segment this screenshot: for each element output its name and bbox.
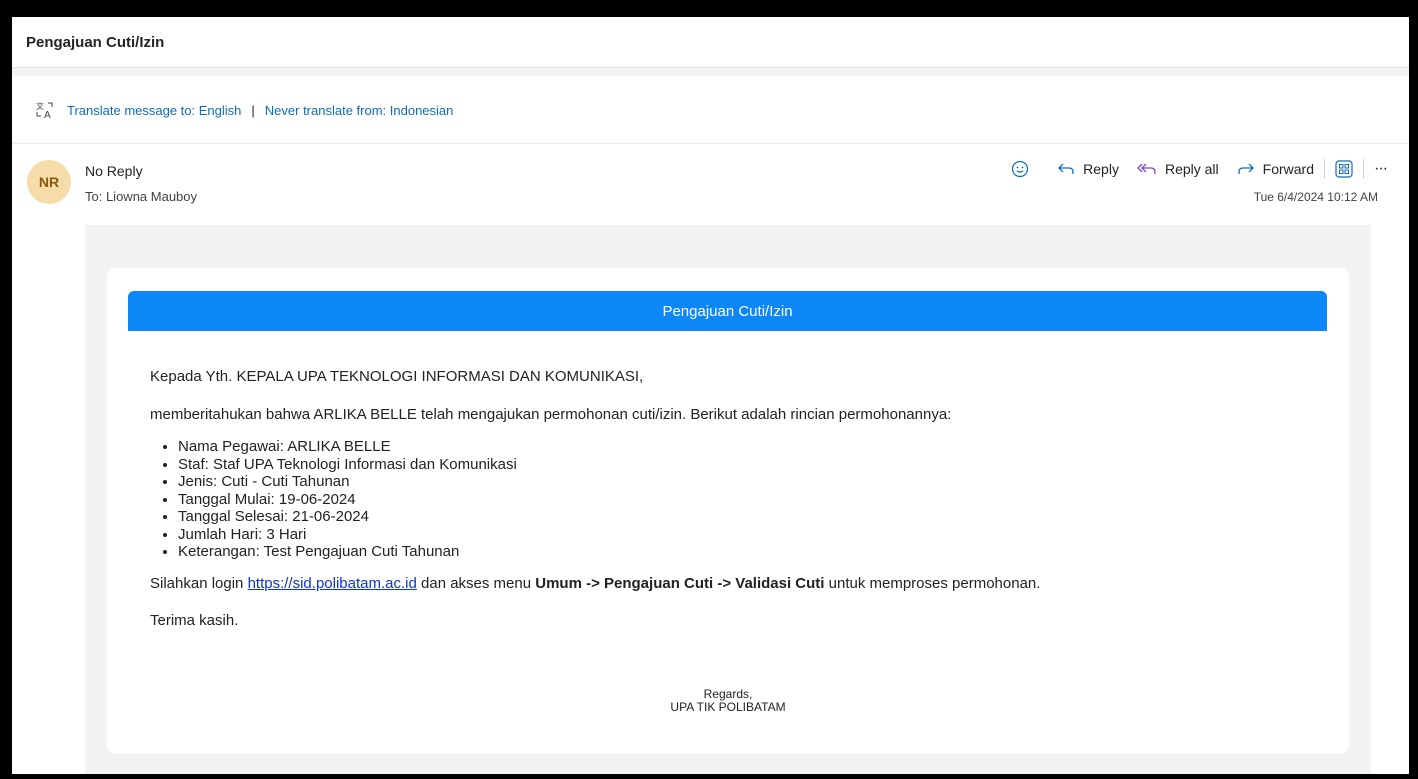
signature-block: Regards, UPA TIK POLIBATAM (107, 688, 1349, 714)
subject-bar: Pengajuan Cuti/Izin (12, 17, 1409, 68)
email-body-background: Pengajuan Cuti/Izin Kepada Yth. KEPALA U… (85, 225, 1371, 774)
instruction-middle: dan akses menu (416, 574, 536, 592)
greeting: Kepada Yth. KEPALA UPA TEKNOLOGI INFORMA… (150, 368, 644, 385)
more-icon: ··· (1374, 160, 1388, 177)
menu-path: Umum -> Pengajuan Cuti -> Validasi Cuti (535, 574, 825, 592)
divider-band (12, 68, 1409, 76)
detail-item: Staf: Staf UPA Teknologi Informasi dan K… (178, 456, 1300, 474)
detail-item: Tanggal Selesai: 21-06-2024 (178, 508, 1300, 526)
thanks-text: Terima kasih. (150, 611, 239, 629)
email-header-banner: Pengajuan Cuti/Izin (128, 291, 1327, 331)
never-translate-link[interactable]: Never translate from: Indonesian (265, 103, 454, 118)
reply-all-label: Reply all (1164, 161, 1219, 177)
forward-icon (1238, 163, 1254, 174)
email-content: Kepada Yth. KEPALA UPA TEKNOLOGI INFORMA… (150, 368, 1300, 629)
intro-text: memberitahukan bahwa ARLIKA BELLE telah … (150, 406, 952, 423)
message-timestamp: Tue 6/4/2024 10:12 AM (1253, 190, 1378, 204)
detail-item: Jenis: Cuti - Cuti Tahunan (178, 473, 1300, 491)
email-subject: Pengajuan Cuti/Izin (26, 33, 165, 51)
apps-button[interactable] (1335, 160, 1353, 178)
more-actions-button[interactable]: ··· (1374, 160, 1388, 178)
svg-text:A: A (44, 110, 51, 119)
sender-avatar[interactable]: NR (27, 160, 71, 204)
translate-message-link[interactable]: Translate message to: English (67, 103, 241, 118)
reply-button[interactable]: Reply (1057, 161, 1119, 177)
email-card: Pengajuan Cuti/Izin Kepada Yth. KEPALA U… (107, 268, 1349, 754)
sender-name[interactable]: No Reply (85, 163, 143, 179)
smiley-icon (1012, 160, 1029, 178)
instruction-text: Silahkan login https://sid.polibatam.ac.… (150, 575, 1300, 592)
svg-text:文: 文 (36, 101, 44, 111)
reply-icon (1058, 163, 1074, 174)
instruction-suffix: untuk memproses permohonan. (824, 574, 1041, 592)
reply-all-button[interactable]: Reply all (1137, 161, 1219, 177)
translate-bar: 文 A Translate message to: English | Neve… (12, 77, 1409, 144)
detail-item: Keterangan: Test Pengajuan Cuti Tahunan (178, 543, 1300, 561)
forward-label: Forward (1262, 161, 1315, 177)
actions-divider-2 (1363, 159, 1365, 179)
translate-separator: | (251, 102, 255, 118)
forward-button[interactable]: Forward (1237, 161, 1314, 177)
email-reading-pane: Pengajuan Cuti/Izin 文 A Translate messag… (12, 17, 1409, 774)
reply-all-icon (1137, 163, 1156, 174)
emoji-reaction-button[interactable] (1011, 160, 1037, 178)
detail-item: Nama Pegawai: ARLIKA BELLE (178, 438, 1300, 456)
detail-item: Jumlah Hari: 3 Hari (178, 526, 1300, 544)
login-link[interactable]: https://sid.polibatam.ac.id (248, 575, 417, 592)
reply-label: Reply (1083, 161, 1119, 177)
leave-details-list: Nama Pegawai: ARLIKA BELLE Staf: Staf UP… (150, 438, 1300, 561)
recipient-line[interactable]: To: Liowna Mauboy (85, 189, 197, 204)
detail-item: Tanggal Mulai: 19-06-2024 (178, 491, 1300, 509)
apps-grid-icon (1335, 160, 1353, 178)
email-header-title: Pengajuan Cuti/Izin (662, 302, 793, 320)
signature-text: UPA TIK POLIBATAM (670, 700, 786, 714)
instruction-prefix: Silahkan login (150, 574, 248, 592)
translate-icon: 文 A (36, 101, 54, 121)
actions-divider (1324, 159, 1326, 179)
message-actions: Reply Reply all Forward ··· (1011, 157, 1388, 181)
